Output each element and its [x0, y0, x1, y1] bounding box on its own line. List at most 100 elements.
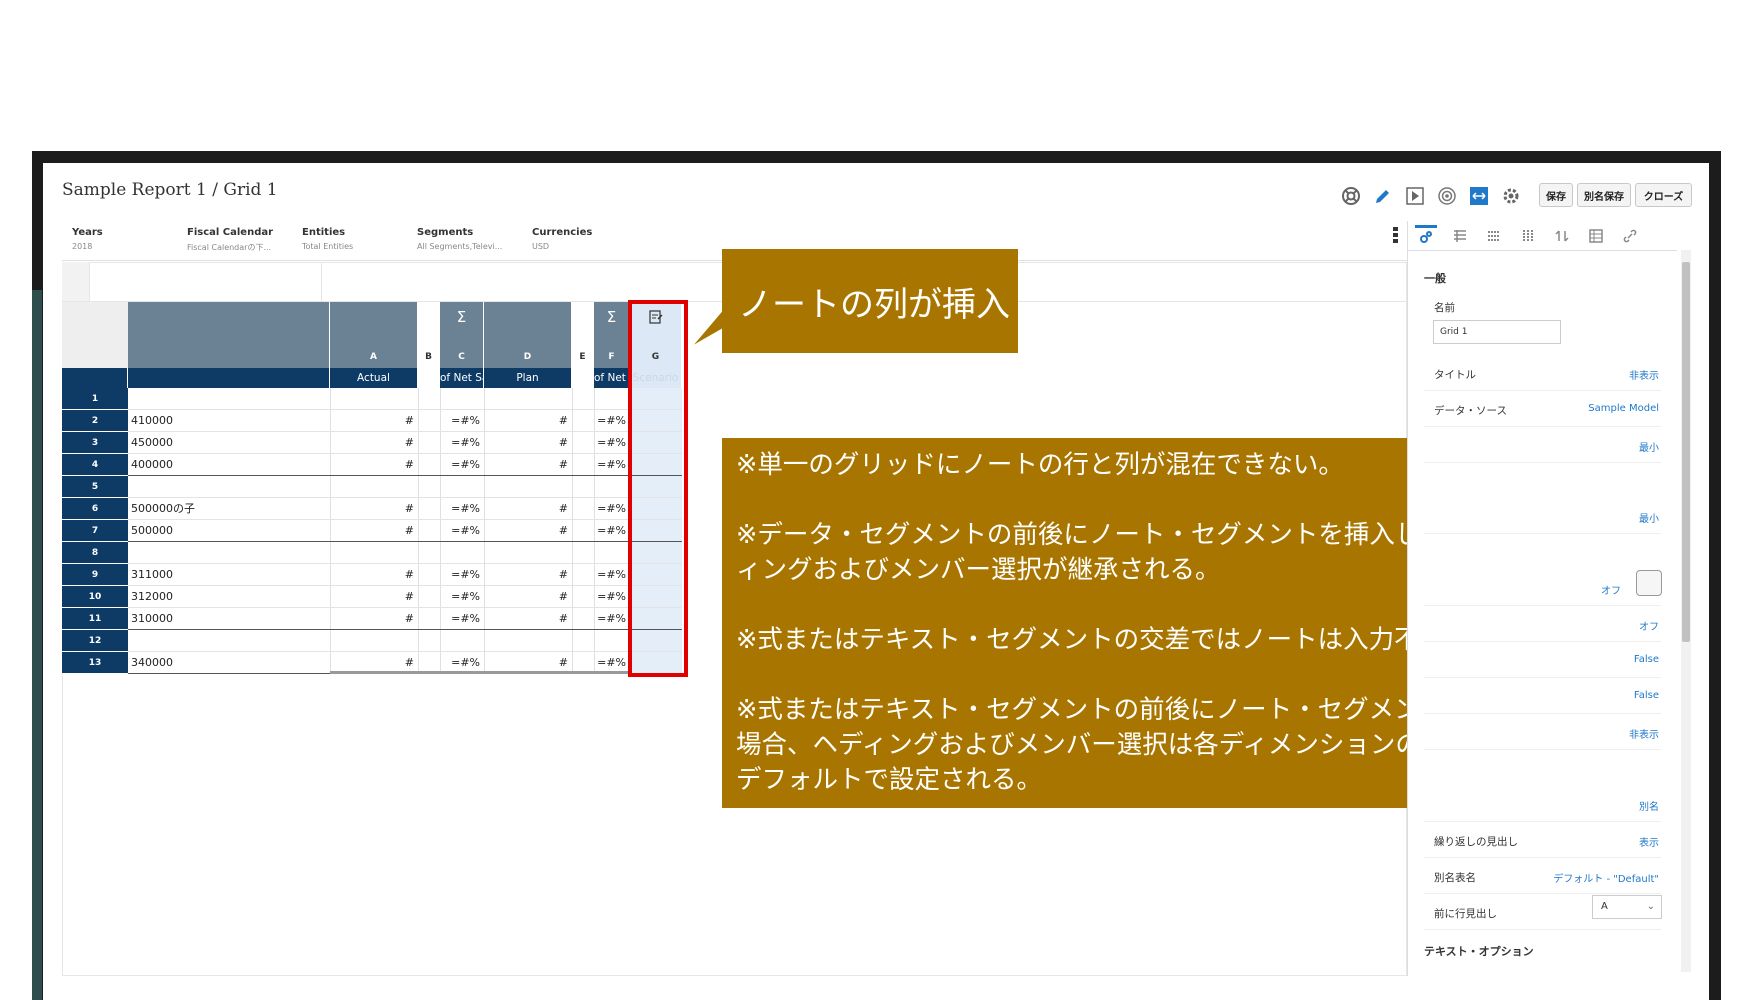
subheader-c[interactable]: of Net Sa [440, 368, 484, 388]
row-label-cell[interactable]: 310000 [128, 608, 330, 630]
row-number[interactable]: 10 [62, 586, 128, 608]
column-header-d[interactable]: D [484, 302, 572, 368]
data-cell-d[interactable]: # [484, 410, 572, 432]
data-cell-a[interactable]: # [330, 498, 418, 520]
property-value[interactable]: オフ [1601, 582, 1621, 597]
formula-input[interactable] [90, 262, 322, 301]
row-label-cell[interactable]: 500000の子 [128, 498, 330, 520]
data-cell-a[interactable]: # [330, 520, 418, 542]
data-cell-d[interactable]: # [484, 498, 572, 520]
pencil-icon[interactable] [1372, 185, 1394, 207]
property-value[interactable]: False [1634, 690, 1659, 701]
row-label-cell[interactable] [128, 630, 330, 652]
property-value[interactable]: 表示 [1639, 834, 1659, 849]
column-header-b[interactable]: B [418, 302, 440, 368]
row-number[interactable]: 5 [62, 476, 128, 498]
data-cell-c[interactable]: =#% [440, 454, 484, 476]
property-value[interactable]: False [1634, 654, 1659, 665]
property-value[interactable]: 別名 [1639, 798, 1659, 813]
data-cell-f[interactable] [594, 542, 630, 564]
property-row[interactable]: 非表示 [1424, 714, 1661, 750]
property-row[interactable]: False [1424, 642, 1661, 678]
data-cell-a[interactable] [330, 542, 418, 564]
subheader-plan[interactable]: Plan [484, 368, 572, 388]
property-row[interactable]: 別名表名 デフォルト - "Default" [1424, 858, 1661, 894]
row-label-cell[interactable] [128, 542, 330, 564]
property-value[interactable]: Sample Model [1588, 403, 1659, 414]
row-number[interactable]: 8 [62, 542, 128, 564]
data-cell-f[interactable]: =#% [594, 410, 630, 432]
column-header-e[interactable]: E [572, 302, 594, 368]
data-cell-c[interactable] [440, 630, 484, 652]
fit-width-icon[interactable] [1468, 185, 1490, 207]
data-cell-c[interactable]: =#% [440, 410, 484, 432]
data-cell-f[interactable]: =#% [594, 564, 630, 586]
data-cell-a[interactable]: # [330, 564, 418, 586]
property-row[interactable]: オフ [1424, 570, 1661, 606]
data-cell-f[interactable] [594, 388, 630, 410]
data-cell-d[interactable] [484, 476, 572, 498]
save-as-button[interactable]: 別名保存 [1577, 183, 1631, 207]
data-cell-a[interactable]: # [330, 586, 418, 608]
data-cell-a[interactable] [330, 388, 418, 410]
row-label-cell[interactable]: 311000 [128, 564, 330, 586]
property-row[interactable]: タイトル 非表示 [1424, 355, 1661, 391]
row-number[interactable]: 3 [62, 432, 128, 454]
data-cell-c[interactable]: =#% [440, 520, 484, 542]
data-cell-f[interactable]: =#% [594, 498, 630, 520]
data-cell-d[interactable] [484, 542, 572, 564]
data-cell-f[interactable]: =#% [594, 608, 630, 630]
row-number[interactable]: 6 [62, 498, 128, 520]
panel-scroll-thumb[interactable] [1682, 262, 1690, 642]
sort-tab-icon[interactable] [1551, 225, 1573, 247]
data-cell-c[interactable] [440, 542, 484, 564]
row-number[interactable]: 2 [62, 410, 128, 432]
row-number[interactable]: 9 [62, 564, 128, 586]
pov-entities[interactable]: Entities Total Entities [302, 227, 412, 251]
property-value[interactable]: 最小 [1639, 439, 1659, 454]
data-cell-a[interactable] [330, 630, 418, 652]
pov-more-icon[interactable] [1393, 227, 1398, 245]
target-icon[interactable] [1436, 185, 1458, 207]
data-cell-c[interactable]: =#% [440, 564, 484, 586]
data-cell-f[interactable]: =#% [594, 520, 630, 542]
property-value[interactable]: オフ [1639, 618, 1659, 633]
data-cell-a[interactable]: # [330, 454, 418, 476]
data-cell-c[interactable]: =#% [440, 498, 484, 520]
data-cell-a[interactable]: # [330, 608, 418, 630]
data-cell-d[interactable] [484, 388, 572, 410]
data-cell-f[interactable] [594, 476, 630, 498]
data-cell-c[interactable] [440, 476, 484, 498]
data-cell-d[interactable] [484, 630, 572, 652]
property-row[interactable]: データ・ソース Sample Model [1424, 391, 1661, 427]
row-number[interactable]: 12 [62, 630, 128, 652]
property-row[interactable]: 最小 [1424, 498, 1661, 534]
toggle-switch[interactable] [1636, 570, 1662, 596]
row-number[interactable]: 1 [62, 388, 128, 410]
data-cell-d[interactable]: # [484, 454, 572, 476]
column-header-f[interactable]: Σ F [594, 302, 630, 368]
data-cell-d[interactable]: # [484, 520, 572, 542]
property-value[interactable]: 最小 [1639, 510, 1659, 525]
subheader-actual[interactable]: Actual [330, 368, 418, 388]
pov-fiscal-calendar[interactable]: Fiscal Calendar Fiscal Calendarの下... [187, 227, 297, 253]
row-label-cell[interactable]: 312000 [128, 586, 330, 608]
data-cell-d[interactable]: # [484, 432, 572, 454]
column-header-c[interactable]: Σ C [440, 302, 484, 368]
property-row[interactable]: False [1424, 678, 1661, 714]
columns-tab-icon[interactable] [1517, 225, 1539, 247]
grid-corner[interactable] [62, 302, 128, 368]
rows-tab-icon[interactable] [1483, 225, 1505, 247]
row-label-cell[interactable] [128, 476, 330, 498]
column-header-a[interactable]: A [330, 302, 418, 368]
row-heading-select[interactable]: A ⌄ [1592, 895, 1662, 919]
row-label-cell[interactable] [128, 388, 330, 410]
row-label-cell[interactable]: 400000 [128, 454, 330, 476]
data-cell-c[interactable]: =#% [440, 586, 484, 608]
lifebuoy-icon[interactable] [1340, 185, 1362, 207]
row-label-cell[interactable]: 500000 [128, 520, 330, 542]
data-cell-a[interactable]: # [330, 410, 418, 432]
property-row[interactable]: 繰り返しの見出し 表示 [1424, 822, 1661, 858]
data-cell-f[interactable]: =#% [594, 454, 630, 476]
property-row[interactable]: オフ [1424, 606, 1661, 642]
